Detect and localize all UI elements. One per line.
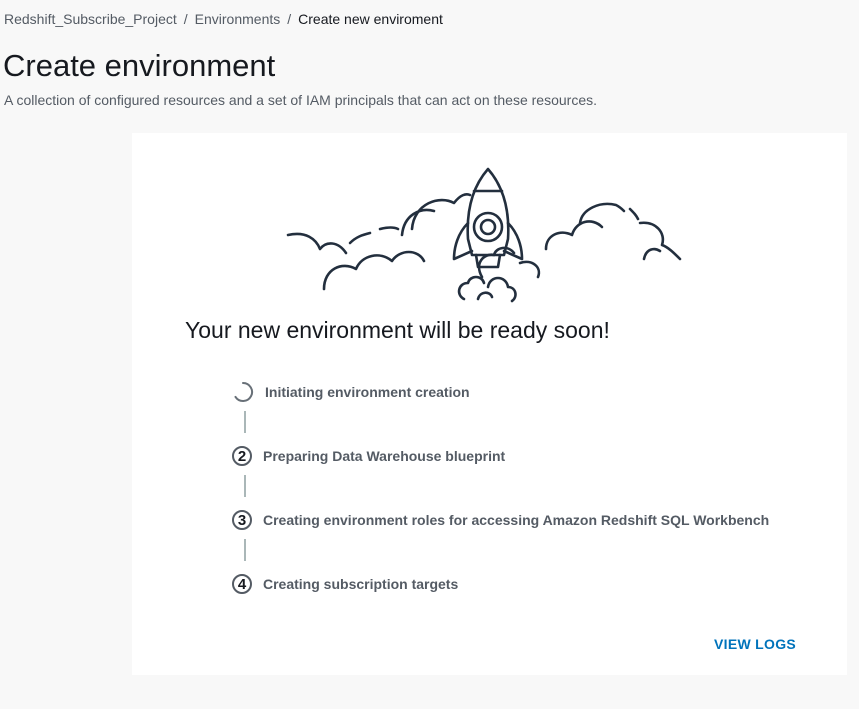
step-connector <box>244 475 246 497</box>
step-connector <box>244 539 246 561</box>
progress-step-1: Initiating environment creation <box>232 379 470 405</box>
breadcrumb: Redshift_Subscribe_Project / Environment… <box>4 11 443 27</box>
progress-step-label: Preparing Data Warehouse blueprint <box>263 448 506 464</box>
progress-step-label: Creating subscription targets <box>263 576 459 592</box>
rocket-launch-icon <box>286 167 682 303</box>
page-title: Create environment <box>3 48 276 83</box>
step-number-badge: 3 <box>232 510 252 530</box>
progress-step-2: 2 Preparing Data Warehouse blueprint <box>232 443 505 469</box>
page-description: A collection of configured resources and… <box>4 92 597 108</box>
progress-step-label: Creating environment roles for accessing… <box>263 512 770 528</box>
step-connector <box>244 411 246 433</box>
breadcrumb-separator: / <box>287 11 292 27</box>
step-number-badge: 2 <box>232 446 252 466</box>
view-logs-link[interactable]: VIEW LOGS <box>714 636 796 652</box>
status-headline: Your new environment will be ready soon! <box>185 317 610 343</box>
breadcrumb-environments-link[interactable]: Environments <box>195 11 281 27</box>
loading-spinner-icon <box>232 381 254 403</box>
breadcrumb-separator: / <box>183 11 188 27</box>
progress-step-3: 3 Creating environment roles for accessi… <box>232 507 769 533</box>
progress-step-4: 4 Creating subscription targets <box>232 571 458 597</box>
environment-progress-card: Your new environment will be ready soon!… <box>132 133 847 675</box>
breadcrumb-current: Create new enviroment <box>298 11 443 27</box>
step-number-badge: 4 <box>232 574 252 594</box>
progress-step-label: Initiating environment creation <box>265 384 470 400</box>
breadcrumb-project-link[interactable]: Redshift_Subscribe_Project <box>4 11 177 27</box>
